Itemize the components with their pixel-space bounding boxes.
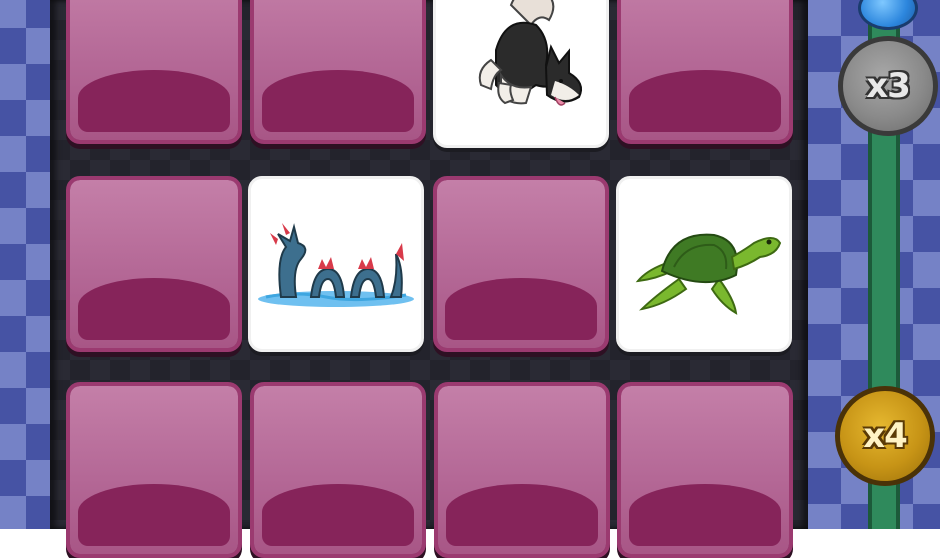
sea-turtle-icon	[635, 233, 782, 315]
husky-dog-icon	[478, 0, 582, 106]
card-r0-c3[interactable]	[617, 0, 793, 144]
multiplier-x3-badge: x3	[838, 36, 938, 136]
card-r2-c1[interactable]	[250, 382, 426, 558]
card-r1-c3[interactable]	[616, 176, 792, 352]
multiplier-x3-label: x3	[866, 66, 911, 106]
game-board	[50, 0, 808, 558]
card-r1-c2[interactable]	[433, 176, 609, 352]
card-r1-c1[interactable]	[248, 176, 424, 352]
multiplier-x4-label: x4	[863, 416, 908, 456]
card-r0-c1[interactable]	[250, 0, 426, 144]
sea-serpent-icon	[258, 223, 414, 307]
multiplier-x4-badge: x4	[835, 386, 935, 486]
card-r2-c3[interactable]	[617, 382, 793, 558]
card-r0-c0[interactable]	[66, 0, 242, 144]
card-r1-c0[interactable]	[66, 176, 242, 352]
left-checker-panel	[0, 0, 50, 529]
card-r2-c2[interactable]	[434, 382, 610, 558]
card-r2-c0[interactable]	[66, 382, 242, 558]
card-r0-c2[interactable]	[433, 0, 609, 148]
